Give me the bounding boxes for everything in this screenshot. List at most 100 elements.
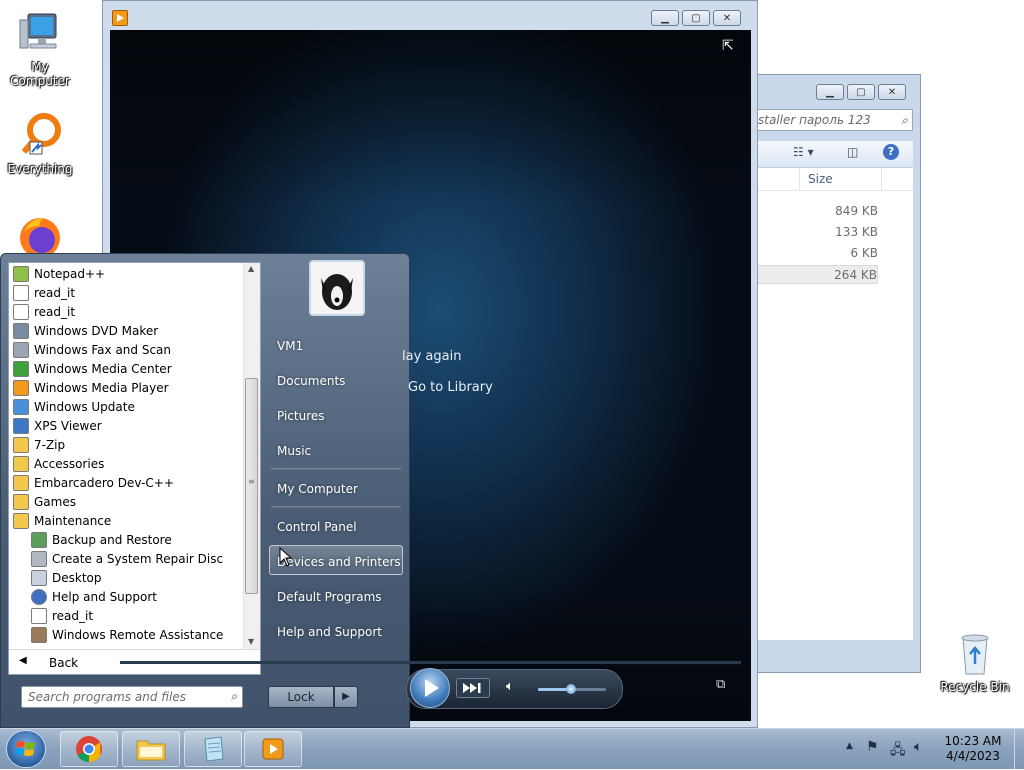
help-and-support-link[interactable]: Help and Support [277,625,382,639]
explorer-toolbar: ☷ ▾ ◫ ? [755,141,913,168]
program-list-scrollbar[interactable]: ▲ ≡ ▼ [243,263,260,649]
grip-icon: ≡ [248,477,255,486]
text-file-icon [13,284,29,301]
user-picture[interactable] [309,260,365,316]
explorer-window-controls: ▁ ▢ ✕ [816,84,906,100]
show-desktop-button[interactable] [1014,729,1024,769]
devices-and-printers-link[interactable]: Devices and Printers [277,555,401,569]
folder-icon [13,455,29,472]
show-hidden-icons-arrow[interactable]: ▲ [846,741,853,751]
explorer-window[interactable]: ▁ ▢ ✕ staller пароль 123 ⌕ ☷ ▾ ◫ ? Size … [740,74,921,673]
explorer-search-input[interactable]: staller пароль 123 ⌕ [755,109,913,131]
mouse-cursor-icon [279,547,293,567]
desktop-icon-everything[interactable]: Everything [0,112,80,176]
program-item[interactable]: Notepad++ [13,265,105,284]
file-list-header: Size [755,168,913,191]
folder-icon [13,512,29,529]
maximize-button[interactable]: ▢ [847,84,875,100]
taskbar-notepad-button[interactable] [184,731,242,767]
program-item[interactable]: Windows Media Center [13,360,172,379]
desktop-icon-label: Everything [7,162,73,176]
full-screen-icon[interactable]: ⧉ [716,677,725,692]
folder-icon [13,474,29,491]
documents-link[interactable]: Documents [277,374,345,388]
program-label: Notepad++ [34,267,106,281]
music-link[interactable]: Music [277,444,311,458]
control-panel-link[interactable]: Control Panel [277,520,357,534]
program-label: read_it [34,286,76,300]
program-item[interactable]: Maintenance [13,512,111,531]
pictures-link[interactable]: Pictures [277,409,325,423]
desktop-icon-my-computer[interactable]: My Computer [0,10,80,88]
program-item[interactable]: read_it [31,607,93,626]
default-programs-link[interactable]: Default Programs [277,590,382,604]
text-file-icon [31,607,47,624]
program-item[interactable]: Windows DVD Maker [13,322,158,341]
volume-thumb[interactable] [566,684,576,694]
start-button[interactable] [6,730,46,768]
volume-slider[interactable] [538,684,606,694]
file-row[interactable]: 849 KB [755,202,878,221]
desktop-icon-recycle-bin[interactable]: Recycle Bin [935,630,1015,694]
help-icon[interactable]: ? [883,144,899,160]
volume-mute-icon[interactable]: 🔈︎ [506,679,514,694]
next-track-button[interactable] [456,678,490,698]
minimize-button[interactable]: ▁ [651,10,679,26]
program-label: read_it [52,609,94,623]
close-icon: ✕ [887,86,897,98]
network-icon[interactable]: 🖧︎ [890,739,906,763]
close-button[interactable]: ✕ [878,84,906,100]
backup-icon [31,531,47,548]
taskbar-chrome-button[interactable] [60,731,118,767]
minimize-icon: ▁ [661,12,669,24]
program-item[interactable]: Create a System Repair Disc [31,550,223,569]
maximize-button[interactable]: ▢ [682,10,710,26]
view-options-icon[interactable]: ☷ ▾ [793,145,814,159]
program-item[interactable]: XPS Viewer [13,417,102,436]
program-item[interactable]: Windows Update [13,398,135,417]
file-size: 849 KB [835,204,878,218]
program-item[interactable]: Desktop [31,569,102,588]
program-label: Windows Media Center [34,362,172,376]
program-item[interactable]: Backup and Restore [31,531,172,550]
scroll-up-arrow[interactable]: ▲ [248,264,254,273]
scroll-down-arrow[interactable]: ▼ [248,637,254,646]
action-center-icon[interactable]: ⚑ [866,739,879,755]
program-item[interactable]: read_it [13,284,75,303]
program-item[interactable]: Embarcadero Dev-C++ [13,474,174,493]
next-icon [463,683,481,693]
system-clock[interactable]: 10:23 AM 4/4/2023 [937,734,1009,764]
my-computer-link[interactable]: My Computer [277,482,358,496]
user-name-link[interactable]: VM1 [277,339,303,353]
preview-pane-icon[interactable]: ◫ [847,145,858,159]
switch-to-library-icon[interactable]: ⇱ [722,38,734,54]
media-player-window-controls: ▁ ▢ ✕ [651,10,741,26]
volume-icon[interactable]: 🔈︎ [914,739,922,755]
program-item[interactable]: Accessories [13,455,104,474]
file-row[interactable]: 133 KB [755,223,878,242]
seek-bar[interactable] [120,661,741,664]
close-button[interactable]: ✕ [713,10,741,26]
file-size: 133 KB [835,225,878,239]
file-row-selected[interactable]: 264 KB [755,265,878,284]
play-again-link[interactable]: lay again [402,349,461,364]
program-item[interactable]: 7-Zip [13,436,65,455]
maximize-icon: ▢ [856,86,866,98]
minimize-button[interactable]: ▁ [816,84,844,100]
program-item[interactable]: Help and Support [31,588,157,607]
file-row[interactable]: 6 KB [755,244,878,263]
search-icon: ⌕ [901,113,908,127]
program-item[interactable]: Games [13,493,76,512]
go-to-library-link[interactable]: Go to Library [408,380,493,395]
folder-icon [13,436,29,453]
program-label: Create a System Repair Disc [52,552,224,566]
program-item[interactable]: Windows Media Player [13,379,169,398]
scrollbar-thumb[interactable]: ≡ [245,378,258,594]
program-item[interactable]: Windows Fax and Scan [13,341,171,360]
program-item[interactable]: Windows Remote Assistance [31,626,223,645]
taskbar-media-player-button[interactable] [244,731,302,767]
column-header-size[interactable]: Size [808,172,833,186]
taskbar-explorer-button[interactable] [122,731,180,767]
play-button[interactable] [410,668,450,708]
program-item[interactable]: read_it [13,303,75,322]
